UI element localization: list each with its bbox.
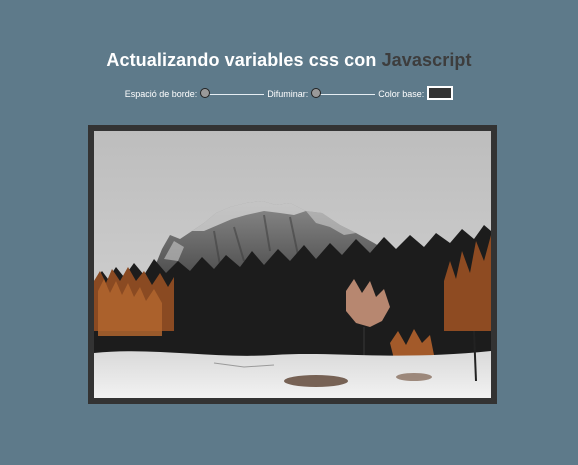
blur-label: Difuminar: bbox=[267, 89, 309, 99]
image-frame bbox=[88, 125, 497, 404]
blur-control: Difuminar: bbox=[267, 88, 376, 100]
controls-bar: Espació de borde: Difuminar: Color base: bbox=[0, 86, 578, 102]
spacing-slider-track bbox=[204, 94, 265, 95]
base-color-control: Color base: bbox=[378, 86, 454, 100]
spacing-label: Espació de borde: bbox=[124, 89, 198, 99]
base-color-picker[interactable] bbox=[427, 86, 454, 100]
blur-slider-thumb[interactable] bbox=[311, 88, 322, 98]
spacing-control: Espació de borde: bbox=[125, 88, 265, 100]
spacing-slider-thumb[interactable] bbox=[200, 88, 211, 98]
base-color-label: Color base: bbox=[378, 89, 425, 99]
spacing-slider[interactable] bbox=[200, 88, 265, 100]
title-text: Actualizando variables css con bbox=[106, 50, 382, 70]
title-accent: Javascript bbox=[381, 50, 472, 70]
photo-illustration bbox=[94, 131, 491, 398]
blur-slider[interactable] bbox=[311, 88, 376, 100]
mountain-forest-photo bbox=[94, 131, 491, 398]
blur-slider-track bbox=[315, 94, 376, 95]
page-title: Actualizando variables css con Javascrip… bbox=[0, 50, 578, 71]
